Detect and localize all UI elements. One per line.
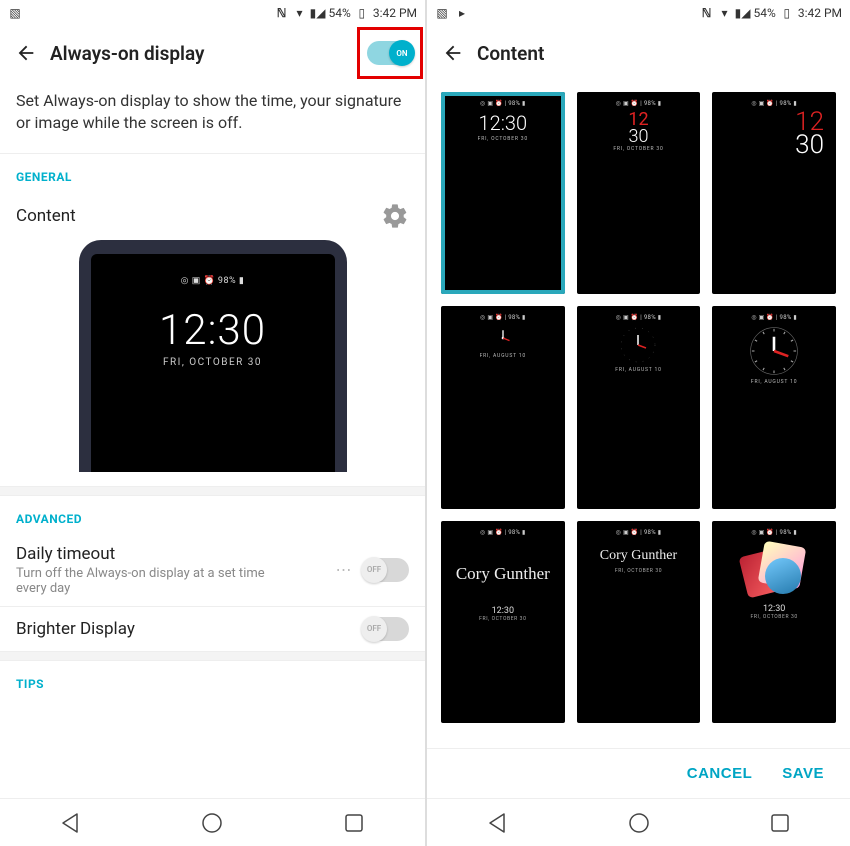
style-thumb-4[interactable]: ◎ ▣ ⏰ | 98% ▮FRI, AUGUST 10 — [577, 306, 701, 508]
clock-text: 3:42 PM — [798, 6, 842, 20]
daily-timeout-row[interactable]: Daily timeout Turn off the Always-on dis… — [0, 534, 425, 606]
style-thumb-1[interactable]: ◎ ▣ ⏰ | 98% ▮1230FRI, OCTOBER 30 — [577, 92, 701, 294]
daily-timeout-title: Daily timeout — [16, 544, 333, 564]
page-title: Always-on display — [50, 42, 205, 65]
signal-icon: ▮◢ — [736, 6, 750, 20]
settings-screen: ▧ ℕ ▾ ▮◢ 54% ▯ 3:42 PM Always-on display… — [0, 0, 425, 846]
aod-preview: ◎ ▣ ⏰ 98% ▮ 12:30 FRI, OCTOBER 30 — [0, 240, 425, 486]
aod-master-toggle[interactable] — [367, 41, 413, 65]
battery-icon: ▯ — [780, 6, 794, 20]
header: Always-on display — [0, 26, 425, 80]
divider — [0, 486, 425, 496]
nav-recent-icon[interactable] — [768, 811, 792, 835]
battery-text: 54% — [754, 6, 776, 20]
preview-time: 12:30 — [91, 306, 335, 355]
gear-icon[interactable] — [381, 202, 409, 230]
preview-date: FRI, OCTOBER 30 — [91, 357, 335, 368]
nav-recent-icon[interactable] — [342, 811, 366, 835]
play-icon: ▸ — [455, 6, 469, 20]
picture-icon: ▧ — [435, 6, 449, 20]
wifi-icon: ▾ — [293, 6, 307, 20]
nav-bar — [0, 798, 425, 846]
nav-home-icon[interactable] — [200, 811, 224, 835]
brighter-display-row[interactable]: Brighter Display — [0, 607, 425, 651]
style-thumb-5[interactable]: ◎ ▣ ⏰ | 98% ▮FRI, AUGUST 10 — [712, 306, 836, 508]
description: Set Always-on display to show the time, … — [0, 80, 425, 154]
preview-status: ◎ ▣ ⏰ 98% ▮ — [91, 254, 335, 286]
section-tips: TIPS — [0, 661, 425, 699]
style-thumb-0[interactable]: ◎ ▣ ⏰ | 98% ▮12:30FRI, OCTOBER 30 — [441, 92, 565, 294]
page-title: Content — [477, 42, 544, 65]
style-grid: ◎ ▣ ⏰ | 98% ▮12:30FRI, OCTOBER 30◎ ▣ ⏰ |… — [441, 92, 836, 723]
brighter-title: Brighter Display — [16, 619, 363, 639]
style-thumb-8[interactable]: ◎ ▣ ⏰ | 98% ▮12:30FRI, OCTOBER 30 — [712, 521, 836, 723]
content-row[interactable]: Content — [0, 192, 425, 240]
style-thumb-6[interactable]: ◎ ▣ ⏰ | 98% ▮Cory Gunther12:30FRI, OCTOB… — [441, 521, 565, 723]
nav-home-icon[interactable] — [627, 811, 651, 835]
section-advanced: ADVANCED — [0, 496, 425, 534]
header: Content — [427, 26, 850, 80]
battery-text: 54% — [329, 6, 351, 20]
style-thumb-2[interactable]: ◎ ▣ ⏰ | 98% ▮1230 — [712, 92, 836, 294]
nfc-icon: ℕ — [275, 6, 289, 20]
nfc-icon: ℕ — [700, 6, 714, 20]
battery-icon: ▯ — [355, 6, 369, 20]
status-bar: ▧ ℕ ▾ ▮◢ 54% ▯ 3:42 PM — [0, 0, 425, 26]
divider — [0, 651, 425, 661]
daily-timeout-toggle[interactable] — [363, 558, 409, 582]
nav-bar — [427, 798, 850, 846]
status-bar: ▧ ▸ ℕ ▾ ▮◢ 54% ▯ 3:42 PM — [427, 0, 850, 26]
wifi-icon: ▾ — [718, 6, 732, 20]
action-bar: CANCEL SAVE — [427, 748, 850, 798]
cancel-button[interactable]: CANCEL — [687, 765, 753, 782]
signal-icon: ▮◢ — [311, 6, 325, 20]
daily-timeout-sub: Turn off the Always-on display at a set … — [16, 566, 276, 596]
section-general: GENERAL — [0, 154, 425, 192]
nav-back-icon[interactable] — [59, 811, 83, 835]
content-picker-screen: ▧ ▸ ℕ ▾ ▮◢ 54% ▯ 3:42 PM Content ◎ ▣ ⏰ |… — [425, 0, 850, 846]
brighter-toggle[interactable] — [363, 617, 409, 641]
more-icon[interactable]: ⋯ — [333, 560, 355, 579]
nav-back-icon[interactable] — [486, 811, 510, 835]
content-label: Content — [16, 206, 381, 226]
style-thumb-3[interactable]: ◎ ▣ ⏰ | 98% ▮FRI, AUGUST 10 — [441, 306, 565, 508]
clock-text: 3:42 PM — [373, 6, 417, 20]
save-button[interactable]: SAVE — [782, 765, 824, 782]
style-thumb-7[interactable]: ◎ ▣ ⏰ | 98% ▮Cory GuntherFRI, OCTOBER 30 — [577, 521, 701, 723]
back-button[interactable] — [12, 39, 40, 67]
back-button[interactable] — [439, 39, 467, 67]
picture-icon: ▧ — [8, 6, 22, 20]
